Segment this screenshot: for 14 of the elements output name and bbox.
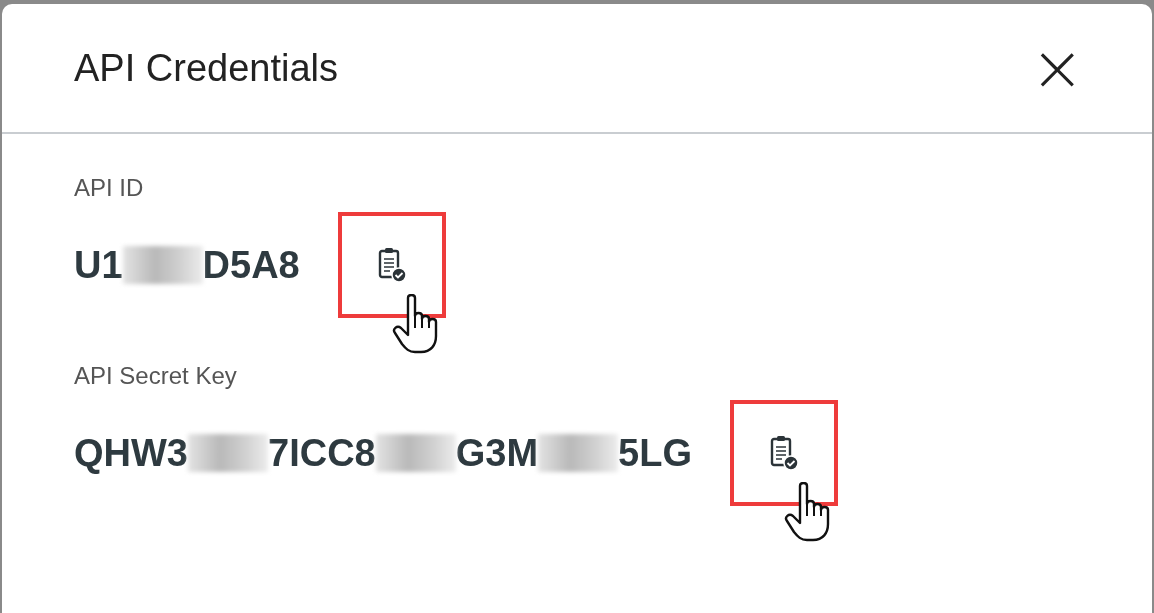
clipboard-check-icon xyxy=(770,435,798,471)
credential-text: 7ICC8 xyxy=(268,431,376,475)
credential-text: D5A8 xyxy=(202,243,300,287)
copy-button[interactable] xyxy=(730,400,838,506)
dialog-title: API Credentials xyxy=(74,46,338,90)
close-button[interactable]: × xyxy=(1022,36,1092,100)
copy-button[interactable] xyxy=(337,212,446,318)
credential-text: G3M xyxy=(455,431,539,475)
field-label: API ID xyxy=(74,174,145,202)
field-label: API Secret Key xyxy=(74,362,238,390)
credential-text: QHW3 xyxy=(74,431,188,475)
credential-text: 5LG xyxy=(618,431,692,475)
clipboard-check-icon xyxy=(377,247,406,283)
credential-text: U1 xyxy=(74,243,123,287)
